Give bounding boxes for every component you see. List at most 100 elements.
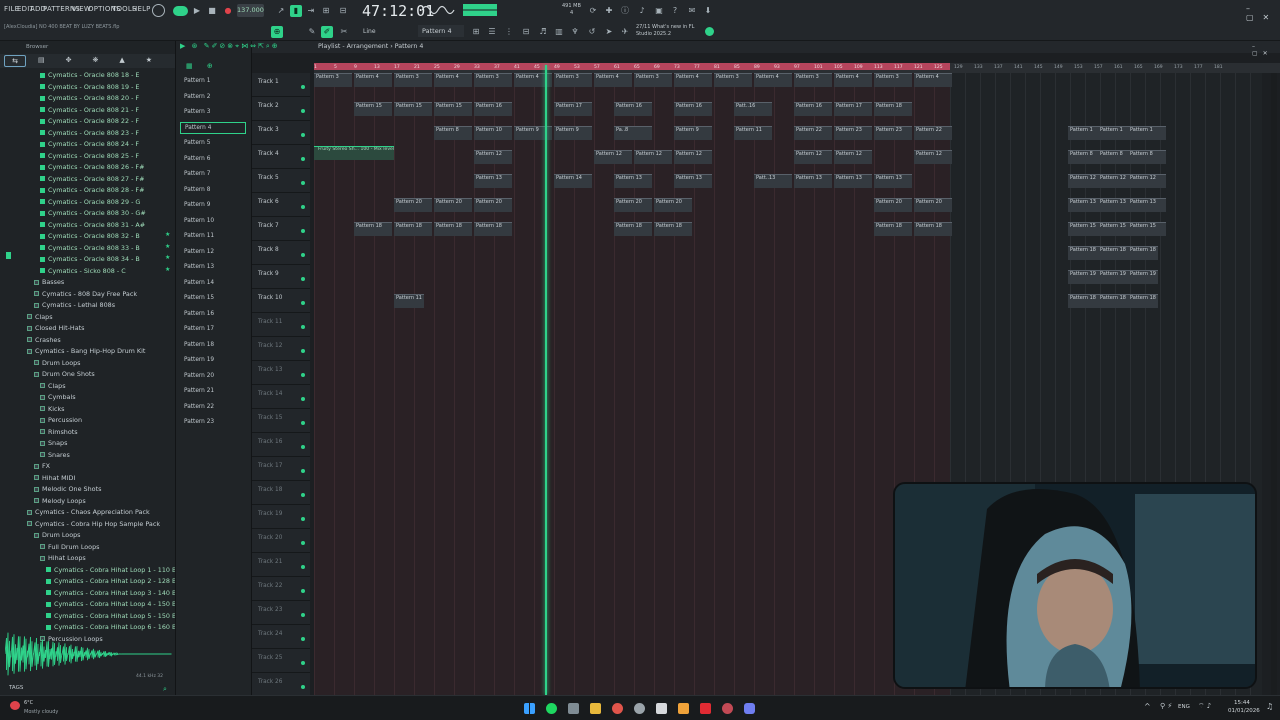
pattern-item[interactable]: Pattern 11 — [180, 230, 246, 242]
pattern-clip[interactable]: Pattern 14 — [554, 174, 592, 188]
pattern-clip[interactable]: Pattern 20 — [434, 198, 472, 212]
obs-icon[interactable] — [634, 703, 645, 714]
pattern-clip[interactable]: Pattern 16 — [674, 102, 712, 116]
pattern-clip[interactable]: Pattern 1 — [1128, 126, 1166, 140]
pattern-item[interactable]: Pattern 6 — [180, 153, 246, 165]
browser-file[interactable]: Cymatics - Oracle 808 21 - F — [40, 106, 139, 114]
pattern-clip[interactable]: Pattern 20 — [874, 198, 912, 212]
chat-icon[interactable]: ✉ — [686, 5, 698, 17]
plugin-icon[interactable]: ✚ — [603, 5, 615, 17]
tempo-display[interactable]: 137.000 — [237, 4, 264, 17]
pattern-clip[interactable]: Pattern 10 — [474, 126, 512, 140]
track-mute-led[interactable] — [301, 421, 305, 425]
pattern-clip[interactable]: Pattern 13 — [474, 174, 512, 188]
browser-folder[interactable]: Full Drum Loops — [40, 543, 99, 551]
pattern-item[interactable]: Pattern 12 — [180, 246, 246, 258]
pattern-clip[interactable]: Pattern 23 — [874, 126, 912, 140]
fl-studio-icon[interactable] — [678, 703, 689, 714]
browser-file[interactable]: Cymatics - Oracle 808 34 - B — [40, 255, 140, 263]
browser-file[interactable]: Cymatics - Cobra Hihat Loop 3 - 140 BPM — [46, 589, 175, 597]
browser-folder[interactable]: Cymatics - Lethal 808s — [34, 301, 115, 309]
pattern-clip[interactable]: Pattern 8 — [434, 126, 472, 140]
browser-folder[interactable]: Cymatics - 808 Day Free Pack — [34, 290, 137, 298]
snap-icon[interactable]: ⊕ — [271, 26, 283, 38]
track-mute-led[interactable] — [301, 469, 305, 473]
favorite-star-icon[interactable]: ★ — [165, 266, 170, 273]
browser-folder[interactable]: Claps — [40, 382, 66, 390]
track-mute-led[interactable] — [301, 181, 305, 185]
track-mute-led[interactable] — [301, 85, 305, 89]
pattern-clip[interactable]: Pattern 4 — [354, 73, 392, 87]
pattern-clip[interactable]: Pattern 18 — [474, 222, 512, 236]
weather-desc[interactable]: Mostly cloudy — [24, 709, 58, 715]
pattern-item[interactable]: Pattern 19 — [180, 354, 246, 366]
pattern-clip[interactable]: Pattern 13 — [874, 174, 912, 188]
pattern-clip[interactable]: Pattern 3 — [394, 73, 432, 87]
step-sequencer-icon[interactable]: ▥ — [553, 26, 565, 38]
play-button[interactable]: ▶ — [191, 5, 203, 17]
draw-icon[interactable]: ✎ — [306, 26, 318, 38]
clock-date[interactable]: 01/01/2026 — [1228, 708, 1260, 714]
app-icon[interactable] — [656, 703, 667, 714]
track-mute-led[interactable] — [301, 661, 305, 665]
pattern-clip[interactable]: Pattern 18 — [654, 222, 692, 236]
browser-file[interactable]: Cymatics - Oracle 808 22 - F — [40, 117, 139, 125]
file-explorer-icon[interactable] — [590, 703, 601, 714]
pattern-clip[interactable]: Pattern 13 — [794, 174, 832, 188]
track-mute-led[interactable] — [301, 373, 305, 377]
news-line-1[interactable]: 27/11 What's new in FL — [636, 24, 694, 30]
pattern-clip[interactable]: Pattern 18 — [394, 222, 432, 236]
browser-folder[interactable]: Melodic One Shots — [34, 485, 101, 493]
track-mute-led[interactable] — [301, 277, 305, 281]
pattern-song-toggle[interactable] — [173, 6, 188, 16]
pattern-list-icons[interactable]: ▦ ⊕ — [186, 62, 219, 70]
browser-folder[interactable]: Drum Loops — [34, 531, 81, 539]
browser-folder[interactable]: Cymbals — [40, 393, 76, 401]
browser-folder[interactable]: Closed Hit-Hats — [27, 324, 84, 332]
browser-file[interactable]: Cymatics - Oracle 808 19 - E — [40, 83, 139, 91]
weather-temp[interactable]: 6°C — [24, 700, 33, 706]
browser-folder[interactable]: Hihat Loops — [40, 554, 86, 562]
pattern-clip[interactable]: Pattern 3 — [554, 73, 592, 87]
browser-file[interactable]: Cymatics - Cobra Hihat Loop 1 - 110 BPM — [46, 566, 175, 574]
fl-cloud-icon[interactable]: ➤ — [603, 26, 615, 38]
pattern-item[interactable]: Pattern 7 — [180, 168, 246, 180]
track-mute-led[interactable] — [301, 517, 305, 521]
browser-folder[interactable]: Cymatics - Bang Hip-Hop Drum Kit — [27, 347, 145, 355]
piano-roll-icon[interactable]: ♬ — [537, 26, 549, 38]
pattern-clip[interactable]: Pattern 4 — [754, 73, 792, 87]
browser-file[interactable]: Cymatics - Oracle 808 32 - B — [40, 232, 140, 240]
browser-file[interactable]: Cymatics - Oracle 808 23 - F — [40, 129, 139, 137]
refresh-icon[interactable]: ⟳ — [587, 5, 599, 17]
pattern-clip[interactable]: Pattern 18 — [874, 222, 912, 236]
browser-file[interactable]: Cymatics - Sicko 808 - C — [40, 267, 126, 275]
pattern-clip[interactable]: Pattern 18 — [434, 222, 472, 236]
pattern-clip[interactable]: Pattern 12 — [914, 150, 952, 164]
browser-file[interactable]: Cymatics - Cobra Hihat Loop 4 - 150 BPM — [46, 600, 175, 608]
pattern-clip[interactable]: Pattern 12 — [674, 150, 712, 164]
metronome-icon[interactable] — [152, 4, 165, 17]
playhead[interactable] — [545, 65, 547, 695]
track-mute-led[interactable] — [301, 445, 305, 449]
pattern-selector[interactable]: Pattern 4 — [418, 25, 464, 37]
browser-folder[interactable]: Melody Loops — [34, 497, 86, 505]
pattern-clip[interactable]: Pattern 12 — [1128, 174, 1166, 188]
track-mute-led[interactable] — [301, 301, 305, 305]
browser-file[interactable]: Cymatics - Oracle 808 25 - F — [40, 152, 139, 160]
playlist-toolbar-icons[interactable]: ▶ ⊛ ✎✐⊘⊗⌖⋈⇔⇱⌕⊕ — [180, 42, 280, 51]
help-icon[interactable]: ? — [669, 5, 681, 17]
pattern-add-icon[interactable]: ⊞ — [470, 26, 482, 38]
pattern-clip[interactable]: Pattern 23 — [834, 126, 872, 140]
tray-chevron-icon[interactable]: ^ — [1144, 702, 1151, 711]
browser-folder[interactable]: Basses — [34, 278, 64, 286]
weather-icon[interactable] — [10, 701, 20, 710]
channel-rack-icon[interactable]: ⊟ — [520, 26, 532, 38]
browser-folder[interactable]: FX — [34, 462, 50, 470]
track-mute-led[interactable] — [301, 589, 305, 593]
automation-clip[interactable]: Fruity Stereo Sh... 100 - Mix level — [314, 146, 394, 160]
pattern-clip[interactable]: Pattern 20 — [914, 198, 952, 212]
track-mute-led[interactable] — [301, 157, 305, 161]
pattern-clip[interactable]: Patt..16 — [734, 102, 772, 116]
pattern-clip[interactable]: Pattern 18 — [354, 222, 392, 236]
track-mute-led[interactable] — [301, 637, 305, 641]
